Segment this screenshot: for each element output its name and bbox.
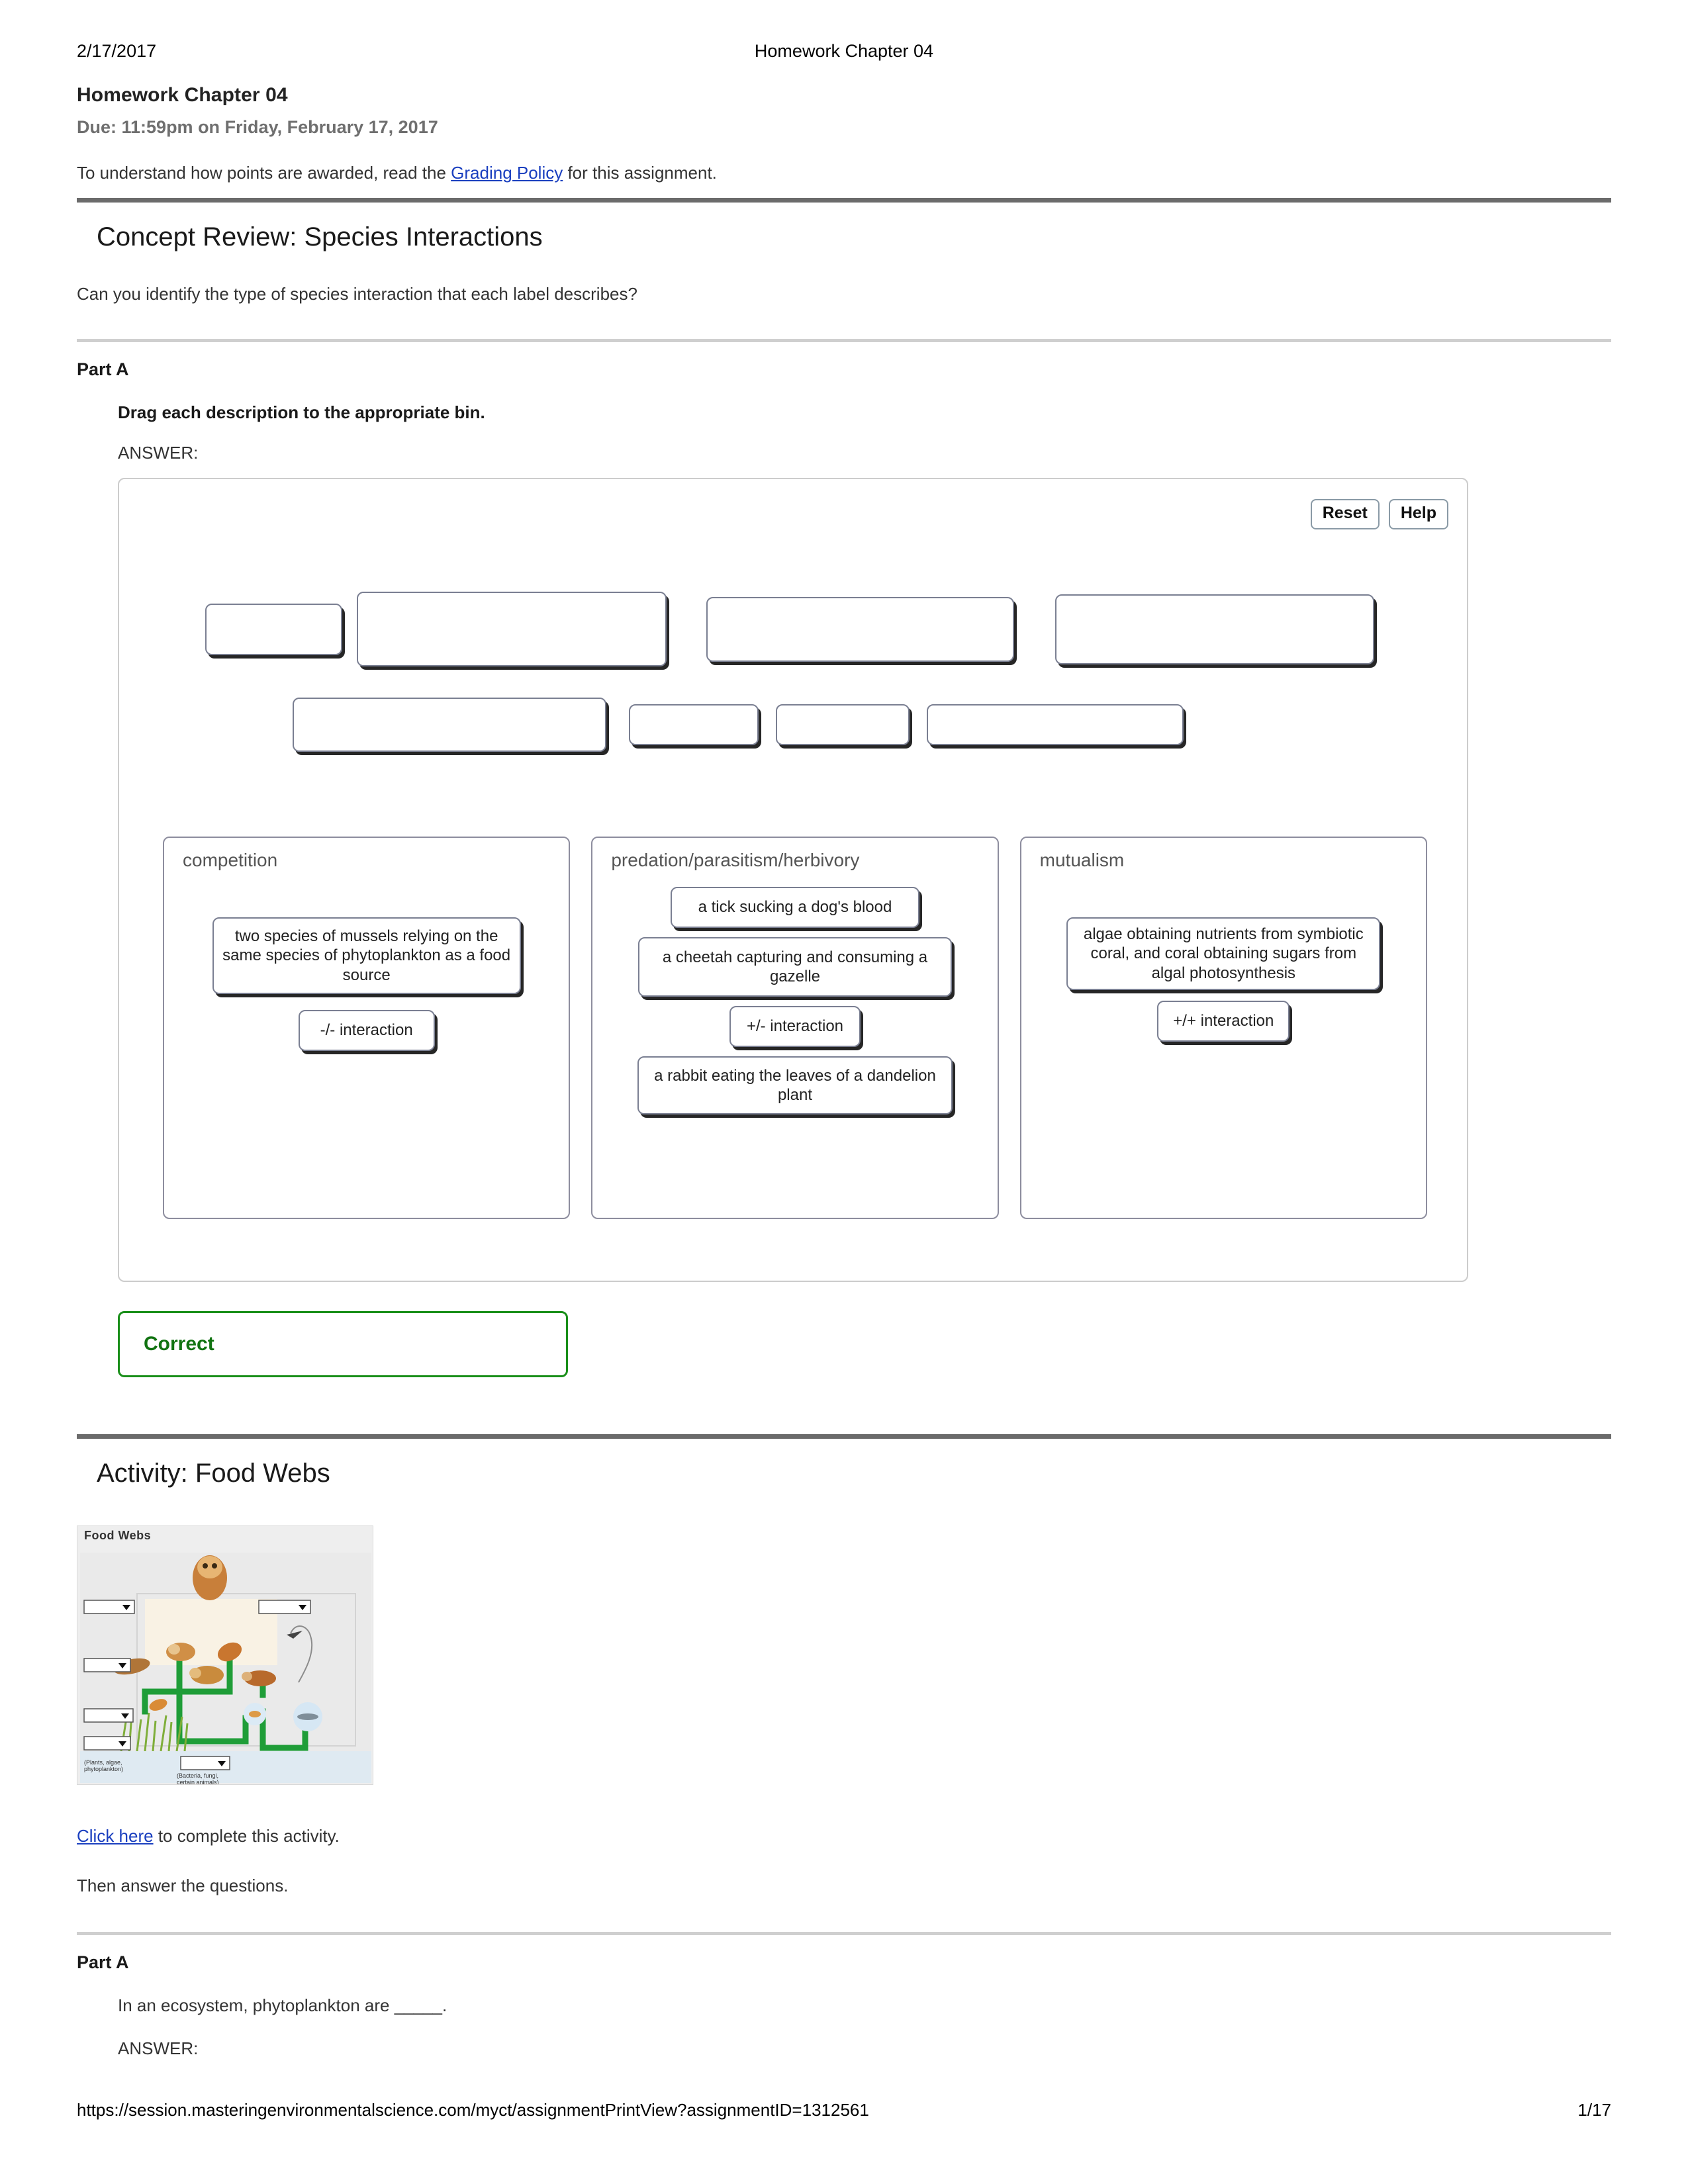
activity-part-a-divider — [77, 1932, 1611, 1935]
thumbnail-caption: (Bacteria, fungi, certain animals) — [177, 1772, 219, 1785]
activity-link-line: Click here to complete this activity. — [77, 1826, 1611, 1846]
assignment-due: Due: 11:59pm on Friday, February 17, 201… — [77, 117, 438, 137]
print-footer-url: https://session.masteringenvironmentalsc… — [77, 2100, 869, 2120]
feedback-correct-text: Correct — [144, 1333, 214, 1355]
answer-tile[interactable]: a tick sucking a dog's blood — [670, 887, 919, 928]
bin-label: mutualism — [1039, 850, 1125, 870]
print-footer: https://session.masteringenvironmentalsc… — [77, 2100, 1611, 2120]
answer-tile[interactable]: +/+ interaction — [1157, 1001, 1290, 1042]
grading-policy-note-suffix: for this assignment. — [563, 163, 717, 183]
print-header-title: Homework Chapter 04 — [754, 41, 934, 61]
page-content: 2/17/2017 Homework Chapter 04 Homework C… — [77, 0, 1611, 2059]
concept-review-part-label: Part A — [77, 359, 129, 379]
print-page: 2/17/2017 Homework Chapter 04 Homework C… — [0, 0, 1688, 2184]
bin-label: predation/parasitism/herbivory — [611, 850, 860, 870]
bin-items: a tick sucking a dog's blood a cheetah c… — [592, 887, 997, 1115]
print-header: 2/17/2017 Homework Chapter 04 — [77, 0, 1611, 62]
drag-drop-toolbar: Reset Help — [1310, 499, 1448, 529]
bin-label: competition — [183, 850, 278, 870]
answer-tile[interactable]: a cheetah capturing and consuming a gaze… — [637, 937, 952, 997]
activity-divider — [77, 1434, 1611, 1439]
bin-items: two species of mussels relying on the sa… — [164, 917, 569, 1051]
bin-mutualism[interactable]: mutualism algae obtaining nutrients from… — [1019, 837, 1427, 1219]
activity-part-label: Part A — [77, 1952, 129, 1972]
activity-question: In an ecosystem, phytoplankton are _____… — [118, 1995, 447, 2015]
assignment-title: Homework Chapter 04 — [77, 84, 288, 106]
print-footer-page: 1/17 — [1577, 2100, 1611, 2120]
drop-bins: competition two species of mussels relyi… — [163, 837, 1427, 1219]
thumbnail-title: Food Webs — [84, 1529, 152, 1542]
reset-button[interactable]: Reset — [1310, 499, 1380, 529]
print-header-date: 2/17/2017 — [77, 41, 157, 61]
bin-items: algae obtaining nutrients from symbiotic… — [1021, 917, 1426, 1042]
food-webs-thumbnail[interactable]: Food Webs (Plants, algae, phytoplankton)… — [77, 1525, 373, 1785]
answer-tile[interactable]: +/- interaction — [729, 1006, 861, 1047]
grading-policy-note: To understand how points are awarded, re… — [77, 163, 1611, 183]
activity-link-suffix: to complete this activity. — [153, 1826, 340, 1846]
tray-tile[interactable] — [293, 698, 606, 752]
thumbnail-canvas: (Plants, algae, phytoplankton) (Bacteria… — [80, 1553, 371, 1785]
grading-policy-note-prefix: To understand how points are awarded, re… — [77, 163, 451, 183]
drag-drop-panel[interactable]: Reset Help competition two species of mu… — [118, 478, 1468, 1282]
answer-tile[interactable]: a rabbit eating the leaves of a dandelio… — [637, 1056, 953, 1115]
click-here-link[interactable]: Click here — [77, 1826, 154, 1846]
concept-review-prompt: Drag each description to the appropriate… — [118, 402, 485, 422]
section-divider-top — [77, 198, 1611, 203]
concept-review-intro: Can you identify the type of species int… — [77, 284, 637, 304]
help-button[interactable]: Help — [1388, 499, 1448, 529]
feedback-correct-box: Correct — [118, 1311, 568, 1377]
part-a-divider — [77, 339, 1611, 342]
tray-tile[interactable] — [629, 704, 759, 745]
food-web-diagram-icon — [80, 1553, 371, 1783]
concept-review-answer-label: ANSWER: — [118, 443, 199, 463]
thumbnail-caption: (Plants, algae, phytoplankton) — [84, 1759, 124, 1773]
activity-answer-label: ANSWER: — [118, 2038, 199, 2058]
tray-tile[interactable] — [706, 596, 1014, 662]
answer-tile[interactable]: algae obtaining nutrients from symbiotic… — [1066, 917, 1381, 990]
answer-tile[interactable]: -/- interaction — [298, 1010, 435, 1051]
tray-tile[interactable] — [205, 603, 342, 655]
tray-tile[interactable] — [1055, 594, 1374, 664]
tray-tile[interactable] — [927, 704, 1184, 745]
activity-then-line: Then answer the questions. — [77, 1876, 289, 1895]
tray-tile[interactable] — [357, 592, 667, 666]
grading-policy-link[interactable]: Grading Policy — [451, 163, 563, 183]
activity-heading: Activity: Food Webs — [97, 1459, 330, 1488]
tray-tile[interactable] — [776, 704, 910, 745]
bin-competition[interactable]: competition two species of mussels relyi… — [163, 837, 571, 1219]
bin-predation-parasitism-herbivory[interactable]: predation/parasitism/herbivory a tick su… — [591, 837, 999, 1219]
concept-review-heading: Concept Review: Species Interactions — [97, 222, 543, 251]
answer-tile[interactable]: two species of mussels relying on the sa… — [212, 917, 521, 994]
